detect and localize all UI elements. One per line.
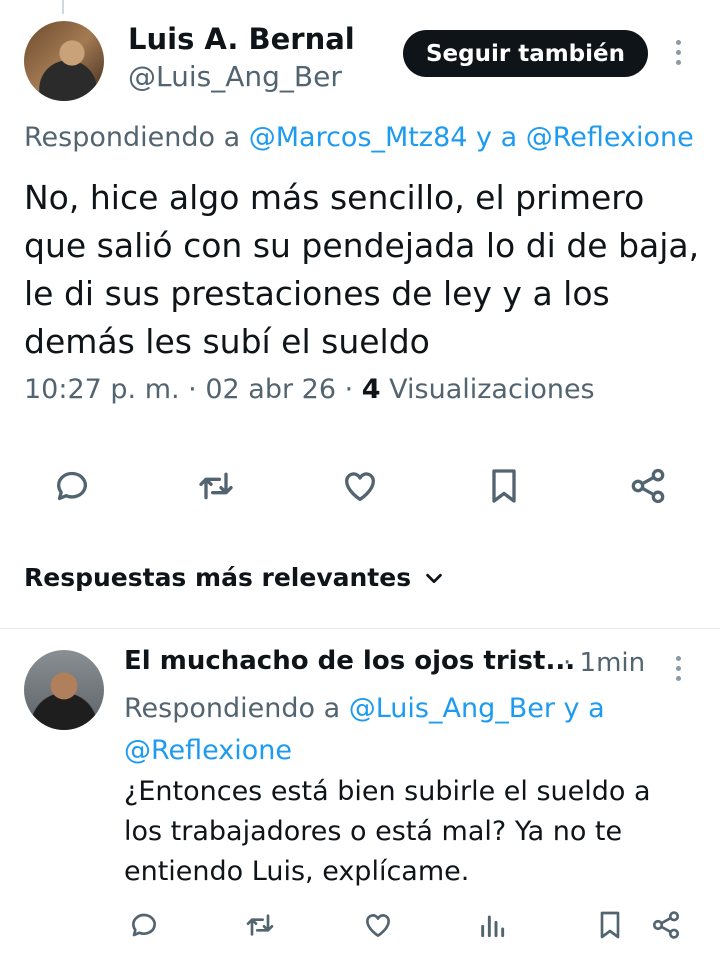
replying-prefix: Respondiendo a bbox=[24, 122, 249, 153]
author-handle[interactable]: @Luis_Ang_Ber bbox=[128, 60, 342, 93]
tweet-date[interactable]: 02 abr 26 bbox=[205, 374, 336, 405]
retweet-icon[interactable] bbox=[192, 462, 240, 510]
replying-to-line: Respondiendo a @Marcos_Mtz84 y a @Reflex… bbox=[24, 122, 694, 153]
reply-more-options-icon[interactable] bbox=[676, 656, 681, 681]
reply-author-name[interactable]: El muchacho de los ojos trist... bbox=[124, 646, 575, 676]
views-count: 4 bbox=[361, 374, 381, 405]
follow-back-button[interactable]: Seguir también bbox=[403, 30, 648, 77]
sort-label: Respuestas más relevantes bbox=[24, 563, 412, 592]
share-icon[interactable] bbox=[646, 905, 686, 945]
views-icon[interactable] bbox=[472, 905, 512, 945]
thread-connector-line bbox=[62, 0, 64, 14]
more-options-icon[interactable] bbox=[676, 40, 681, 65]
replies-sort-selector[interactable]: Respuestas más relevantes bbox=[24, 563, 445, 592]
author-name[interactable]: Luis A. Bernal bbox=[128, 22, 355, 56]
reply-text: ¿Entonces está bien subirle el sueldo a … bbox=[124, 776, 651, 887]
mention-link-2[interactable]: @Reflexione bbox=[526, 122, 694, 153]
section-divider bbox=[0, 628, 720, 629]
bookmark-icon[interactable] bbox=[590, 905, 630, 945]
author-avatar[interactable] bbox=[24, 21, 104, 101]
tweet-time[interactable]: 10:27 p. m. bbox=[24, 374, 180, 405]
views-label: Visualizaciones bbox=[380, 374, 595, 405]
chevron-down-icon bbox=[426, 573, 442, 583]
reply-mention-link-2[interactable]: @Reflexione bbox=[124, 735, 292, 766]
reply-icon[interactable] bbox=[124, 905, 164, 945]
tweet-text: No, hice algo más sencillo, el primero q… bbox=[24, 178, 700, 361]
reply-mention-link-1[interactable]: @Luis_Ang_Ber bbox=[349, 693, 555, 724]
reply-replying-to-line: Respondiendo a @Luis_Ang_Ber y a @Reflex… bbox=[124, 688, 684, 772]
retweet-icon[interactable] bbox=[240, 905, 280, 945]
share-icon[interactable] bbox=[624, 462, 672, 510]
reply-author-avatar[interactable] bbox=[24, 650, 104, 730]
bookmark-icon[interactable] bbox=[480, 462, 528, 510]
tweet-action-bar bbox=[0, 462, 720, 512]
reply-action-bar bbox=[0, 905, 720, 949]
tweet-metadata: 10:27 p. m. · 02 abr 26 · 4 Visualizacio… bbox=[24, 374, 595, 405]
reply-icon[interactable] bbox=[48, 462, 96, 510]
like-icon[interactable] bbox=[336, 462, 384, 510]
replying-joiner: y a bbox=[467, 122, 526, 153]
reply-replying-joiner: y a bbox=[554, 693, 605, 724]
meta-separator: · bbox=[179, 374, 206, 405]
mention-link-1[interactable]: @Marcos_Mtz84 bbox=[249, 122, 468, 153]
meta-separator: · bbox=[336, 374, 362, 405]
like-icon[interactable] bbox=[358, 905, 398, 945]
reply-replying-prefix: Respondiendo a bbox=[124, 693, 349, 724]
reply-timestamp[interactable]: · 1min bbox=[563, 648, 645, 678]
